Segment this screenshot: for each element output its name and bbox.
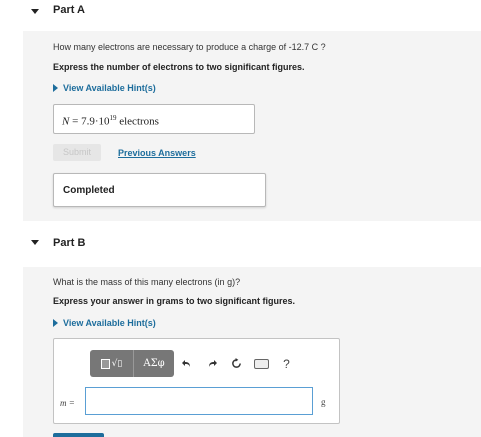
help-button[interactable]: ?: [274, 350, 299, 377]
math-editor: √▯ ΑΣφ ? m = g: [53, 338, 340, 424]
greek-symbols-button[interactable]: ΑΣφ: [134, 350, 174, 377]
part-a-hint-toggle[interactable]: View Available Hint(s): [53, 83, 156, 93]
part-a-instruction: Express the number of electrons to two s…: [53, 62, 305, 72]
answer-equals: =: [69, 115, 82, 128]
unit-label: g: [321, 397, 326, 407]
part-b-hint-toggle[interactable]: View Available Hint(s): [53, 318, 156, 328]
submit-button[interactable]: [53, 433, 104, 437]
part-a-header[interactable]: Part A: [0, 0, 481, 33]
collapse-triangle-icon[interactable]: [31, 240, 39, 245]
previous-answers-link[interactable]: Previous Answers: [118, 148, 196, 158]
part-b-question: What is the mass of this many electrons …: [53, 277, 241, 287]
completed-status: Completed: [53, 173, 266, 207]
part-a-question: How many electrons are necessary to prod…: [53, 42, 326, 52]
toolbar-button-group: √▯ ΑΣφ: [90, 350, 174, 377]
part-a-answer-display: N = 7.9·1019 electrons: [53, 104, 255, 134]
templates-button[interactable]: √▯: [90, 350, 134, 377]
templates-icon: [100, 358, 110, 369]
undo-icon[interactable]: [174, 350, 199, 377]
math-toolbar: √▯ ΑΣφ ?: [90, 350, 299, 377]
submit-button[interactable]: Submit: [53, 144, 101, 161]
mass-variable-label: m =: [60, 398, 75, 408]
mass-answer-input[interactable]: [85, 387, 313, 415]
part-b-header[interactable]: Part B: [0, 228, 481, 261]
part-a-title: Part A: [53, 4, 85, 16]
answer-mantissa: 7.9·10: [81, 115, 110, 128]
hint-label: View Available Hint(s): [63, 83, 156, 93]
expand-triangle-icon: [53, 319, 58, 327]
keyboard-icon[interactable]: [249, 350, 274, 377]
answer-unit: electrons: [116, 115, 159, 128]
expand-triangle-icon: [53, 84, 58, 92]
hint-label: View Available Hint(s): [63, 318, 156, 328]
part-b-instruction: Express your answer in grams to two sign…: [53, 296, 296, 306]
collapse-triangle-icon[interactable]: [31, 9, 39, 14]
reset-icon[interactable]: [224, 350, 249, 377]
redo-icon[interactable]: [199, 350, 224, 377]
part-b-title: Part B: [53, 237, 86, 249]
sqrt-icon: √▯: [111, 358, 123, 369]
